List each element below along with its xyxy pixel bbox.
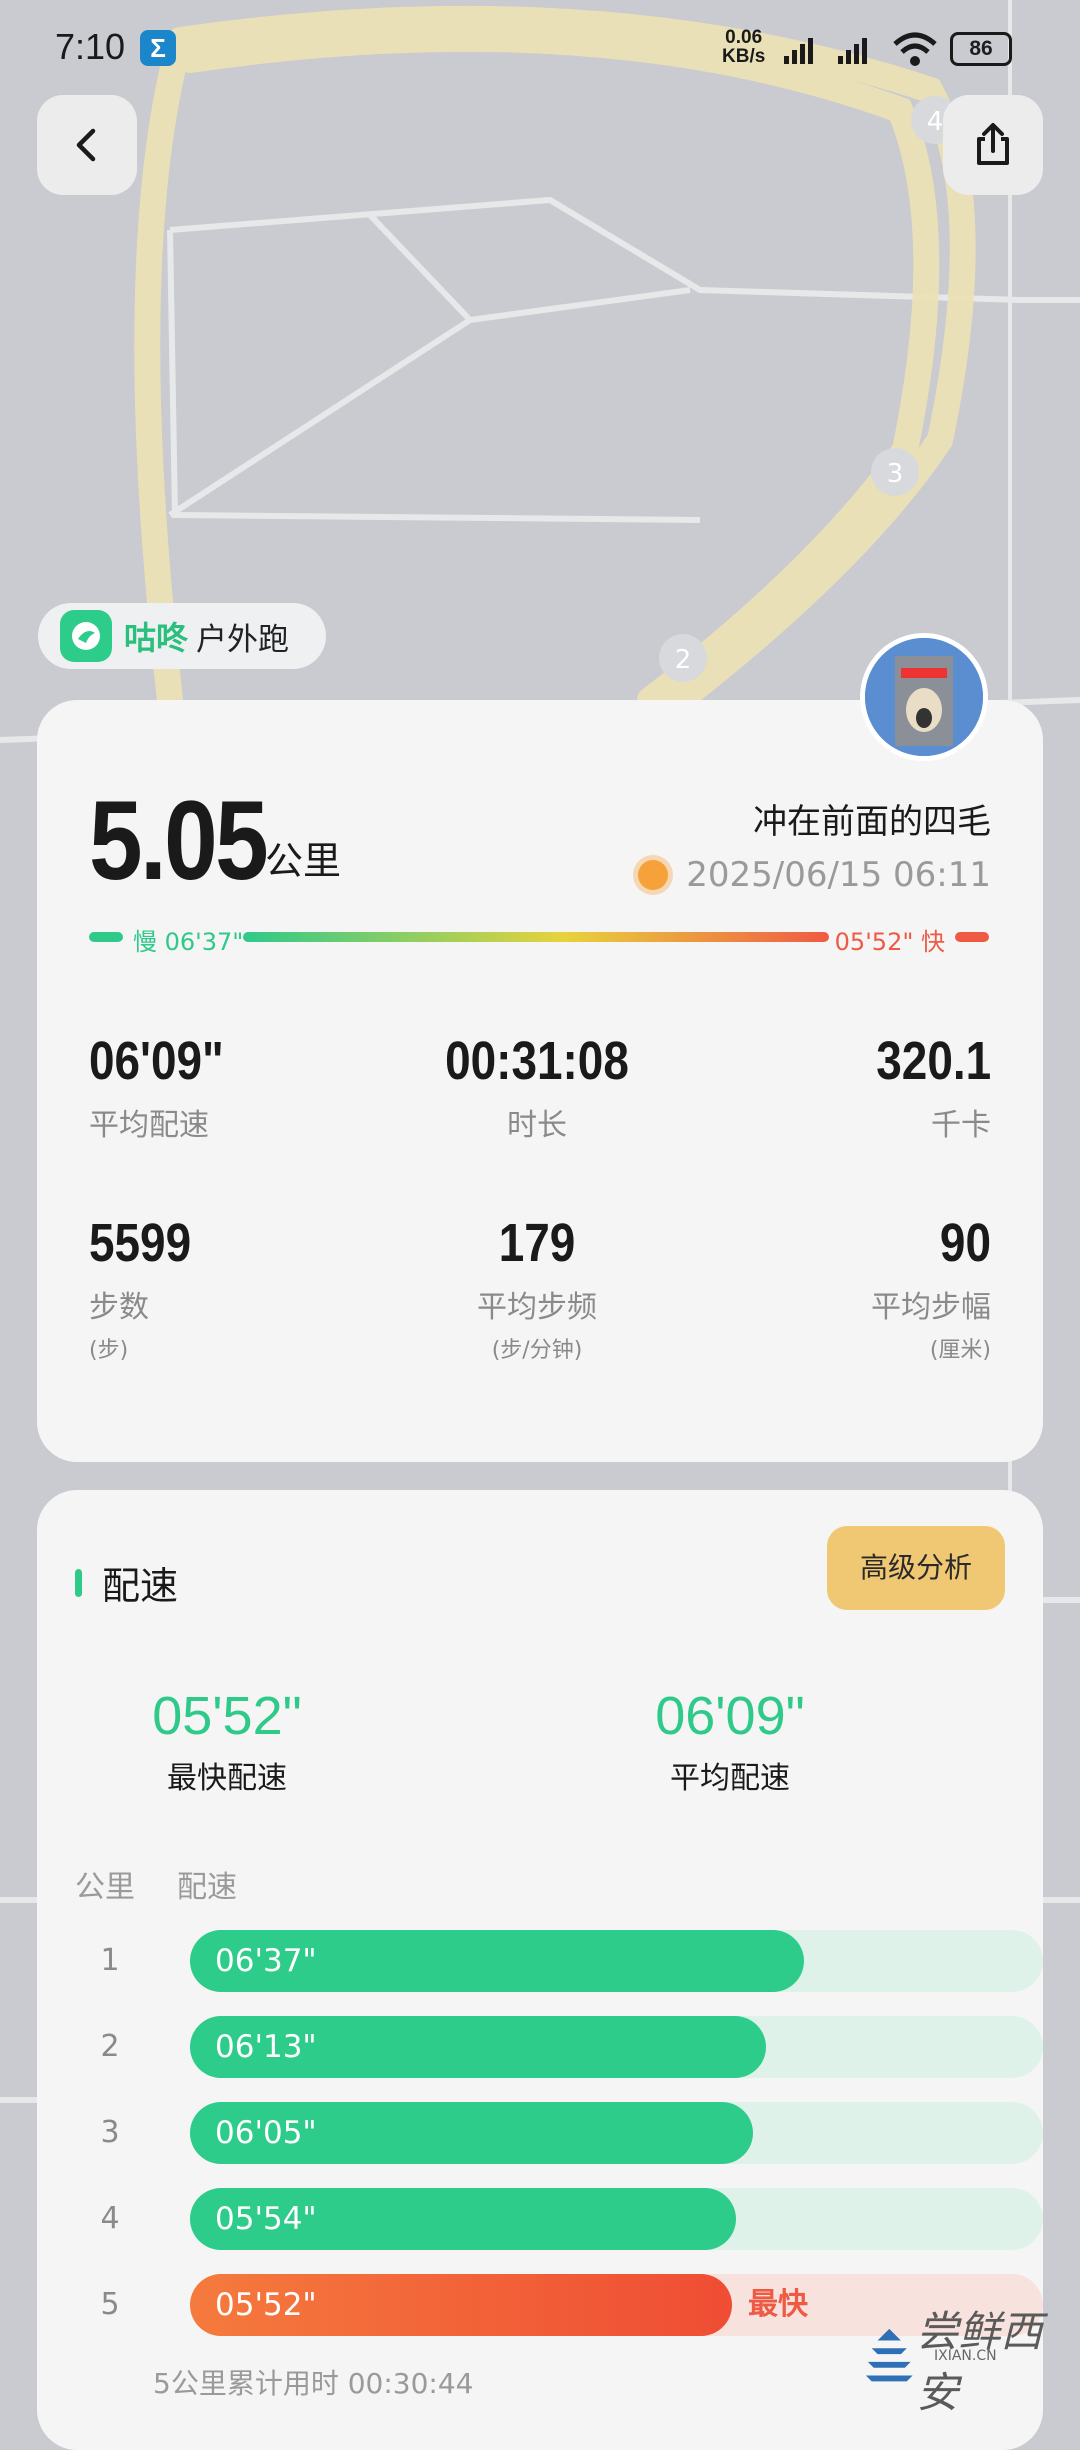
stat-label: 平均步幅 bbox=[871, 1282, 991, 1326]
stat-value: 179 bbox=[393, 1212, 682, 1274]
datetime-text: 2025/06/15 06:11 bbox=[686, 855, 991, 895]
app-notification-icon: Σ bbox=[140, 30, 176, 66]
stat-stride: 90 平均步幅 (厘米) bbox=[871, 1212, 991, 1364]
stat-value: 320.1 bbox=[876, 1030, 991, 1092]
column-header-km: 公里 bbox=[75, 1862, 135, 1906]
stat-value: 5599 bbox=[89, 1212, 191, 1274]
share-button[interactable] bbox=[943, 95, 1043, 195]
avatar[interactable] bbox=[860, 633, 988, 761]
title-marker bbox=[75, 1569, 82, 1597]
fast-pace-label: 05'52" 快 bbox=[835, 922, 945, 957]
watermark: 尝鲜西安 IXIAN.CN bbox=[862, 2298, 1080, 2420]
net-speed-value: 0.06 bbox=[722, 28, 765, 47]
chevron-left-icon bbox=[67, 125, 107, 165]
split-km: 3 bbox=[75, 2102, 145, 2164]
slow-pace-label: 慢 06'37" bbox=[133, 922, 243, 957]
watermark-site: IXIAN.CN bbox=[934, 2348, 997, 2364]
stat-label: 平均配速 bbox=[89, 1100, 248, 1144]
split-km: 5 bbox=[75, 2274, 145, 2336]
split-row: 1 06'37" bbox=[75, 1930, 1043, 1992]
split-row: 4 05'54" bbox=[75, 2188, 1043, 2250]
stat-label: 千卡 bbox=[856, 1100, 991, 1144]
signal-icon bbox=[782, 34, 902, 66]
stat-label: 步数 bbox=[89, 1282, 209, 1326]
stat-unit: (厘米) bbox=[871, 1332, 991, 1364]
average-pace-value: 06'09" bbox=[540, 1685, 920, 1747]
fastest-pace-summary: 05'52" 最快配速 bbox=[37, 1685, 417, 1797]
stat-avg-pace: 06'09" 平均配速 bbox=[89, 1030, 248, 1144]
split-km: 4 bbox=[75, 2188, 145, 2250]
pace-section-title: 配速 bbox=[75, 1555, 178, 1610]
share-icon bbox=[969, 121, 1017, 169]
pace-gradient bbox=[243, 932, 829, 942]
pagoda-logo-icon bbox=[862, 2324, 917, 2394]
stat-value: 06'09" bbox=[89, 1030, 224, 1092]
summary-card: 5.05 公里 冲在前面的四毛 2025/06/15 06:11 慢 06'37… bbox=[37, 700, 1043, 1462]
split-pace: 05'54" bbox=[215, 2188, 317, 2250]
status-time: 7:10 bbox=[55, 26, 125, 68]
pace-title-text: 配速 bbox=[102, 1555, 178, 1610]
stat-steps: 5599 步数 (步) bbox=[89, 1212, 209, 1364]
fastest-pace-value: 05'52" bbox=[37, 1685, 417, 1747]
battery-indicator: 86 bbox=[950, 32, 1012, 66]
stat-label: 时长 bbox=[367, 1100, 707, 1144]
fastest-tag: 最快 bbox=[748, 2274, 808, 2336]
stat-duration: 00:31:08 时长 bbox=[367, 1030, 707, 1144]
stat-label: 平均步频 bbox=[367, 1282, 707, 1326]
split-pace: 06'05" bbox=[215, 2102, 317, 2164]
split-row: 2 06'13" bbox=[75, 2016, 1043, 2078]
back-button[interactable] bbox=[37, 95, 137, 195]
column-header-pace: 配速 bbox=[177, 1862, 237, 1906]
advanced-analysis-button[interactable]: 高级分析 bbox=[827, 1526, 1005, 1610]
status-bar: 7:10 Σ 0.06 KB/s 86 bbox=[0, 0, 1080, 100]
route-line bbox=[147, 19, 962, 700]
svg-text:2: 2 bbox=[675, 645, 692, 675]
avatar-image bbox=[865, 638, 983, 756]
runner-name: 冲在前面的四毛 bbox=[753, 794, 991, 843]
brand-chip: 咕咚 户外跑 bbox=[38, 603, 326, 669]
average-pace-summary: 06'09" 平均配速 bbox=[540, 1685, 920, 1797]
distance-value: 5.05 bbox=[89, 776, 266, 905]
wifi-icon bbox=[892, 32, 938, 68]
stat-unit: (步) bbox=[89, 1332, 209, 1364]
split-pace: 06'37" bbox=[215, 1930, 317, 1992]
average-pace-label: 平均配速 bbox=[540, 1753, 920, 1797]
activity-type: 户外跑 bbox=[196, 614, 289, 659]
distance-unit: 公里 bbox=[265, 830, 341, 885]
fast-cap bbox=[955, 932, 989, 942]
stat-cadence: 179 平均步频 (步/分钟) bbox=[367, 1212, 707, 1364]
pace-range-bar: 慢 06'37" 05'52" 快 bbox=[89, 926, 989, 946]
stat-value: 00:31:08 bbox=[393, 1030, 682, 1092]
split-km: 1 bbox=[75, 1930, 145, 1992]
stat-unit: (步/分钟) bbox=[367, 1332, 707, 1364]
svg-text:3: 3 bbox=[887, 459, 904, 489]
fastest-pace-label: 最快配速 bbox=[37, 1753, 417, 1797]
split-row: 3 06'05" bbox=[75, 2102, 1043, 2164]
net-speed: 0.06 KB/s bbox=[722, 28, 765, 66]
split-pace: 05'52" bbox=[215, 2274, 317, 2336]
sun-icon bbox=[638, 860, 668, 890]
brand-name: 咕咚 bbox=[124, 613, 188, 659]
split-pace: 06'13" bbox=[215, 2016, 317, 2078]
stat-calories: 320.1 千卡 bbox=[856, 1030, 991, 1144]
run-datetime: 2025/06/15 06:11 bbox=[638, 855, 991, 895]
codoon-logo-icon bbox=[60, 610, 112, 662]
slow-cap bbox=[89, 932, 123, 942]
split-km: 2 bbox=[75, 2016, 145, 2078]
cumulative-time: 5公里累计用时 00:30:44 bbox=[153, 2362, 473, 2402]
svg-text:4: 4 bbox=[927, 107, 944, 137]
net-speed-unit: KB/s bbox=[722, 47, 765, 66]
stat-value: 90 bbox=[889, 1212, 991, 1274]
